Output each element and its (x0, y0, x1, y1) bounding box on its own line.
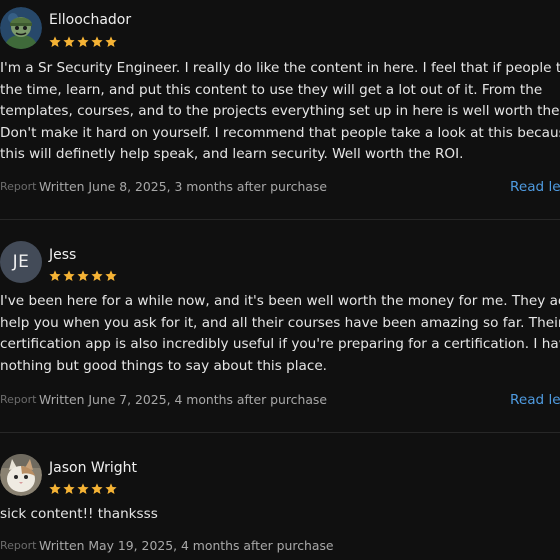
written-date: Written June 8, 2025, 3 months after pur… (39, 179, 328, 194)
star-icon (49, 36, 61, 47)
review-text-line: nothing but good things to say about thi… (0, 357, 328, 374)
review-text-line: I'm a Sr Security Engineer. I really do … (0, 60, 560, 76)
reviewer-name: Elloochador (49, 12, 132, 28)
star-icon (63, 270, 75, 281)
star-rating (49, 270, 117, 282)
star-icon (91, 270, 103, 281)
written-date: Written June 7, 2025, 4 months after pur… (39, 392, 328, 407)
review-card: Elloochador I'm a Sr Security Engineer. … (0, 0, 560, 220)
cat-photo-avatar[interactable] (0, 454, 42, 496)
star-icon (91, 483, 103, 494)
review-card: Jason Wright sick content!! thanksss Rep… (0, 433, 560, 560)
cartoon-soldier-avatar[interactable] (0, 7, 42, 49)
review-text: I'm a Sr Security Engineer. I really do … (0, 58, 560, 166)
review-text: sick content!! thanksss (0, 504, 560, 526)
review-text-line: help you when you ask for it, and all th… (0, 314, 560, 331)
reviewer-name: Jess (49, 247, 77, 263)
initials-avatar[interactable]: JE (0, 241, 42, 283)
read-less-link[interactable]: Read less (510, 391, 560, 409)
reviewer-name: Jason Wright (49, 460, 137, 476)
star-rating (49, 36, 117, 48)
review-text-line: Don't make it hard on yourself. I recomm… (0, 124, 560, 141)
report-link[interactable]: Report (0, 391, 36, 409)
star-icon (77, 36, 89, 47)
review-text-line: sick content!! thanksss (0, 506, 158, 522)
star-icon (105, 36, 117, 47)
star-icon (77, 270, 89, 281)
star-icon (91, 36, 103, 47)
star-icon (105, 483, 117, 494)
review-text-line: this will definetly help speak, and lear… (0, 146, 464, 162)
star-icon (63, 36, 75, 47)
review-text: I've been here for a while now, and it's… (0, 291, 560, 377)
star-rating (49, 483, 117, 495)
review-text-line: I've been here for a while now, and it's… (0, 293, 560, 309)
star-icon (49, 483, 61, 494)
reviews-page: Elloochador I'm a Sr Security Engineer. … (0, 0, 560, 560)
review-card: JE Jess I've been here for a while now, … (0, 220, 560, 432)
review-text-line: templates, courses, and to the projects … (0, 103, 560, 119)
star-icon (105, 270, 117, 281)
review-footer: Report Written June 8, 2025, 3 months af… (0, 178, 560, 196)
review-text-line: the time, learn, and put this content to… (0, 81, 543, 98)
review-footer: Report Written May 19, 2025, 4 months af… (0, 537, 560, 555)
report-link[interactable]: Report (0, 178, 36, 196)
star-icon (63, 483, 75, 494)
report-link[interactable]: Report (0, 537, 36, 555)
review-footer: Report Written June 7, 2025, 4 months af… (0, 391, 560, 409)
star-icon (49, 270, 61, 281)
star-icon (77, 483, 89, 494)
review-text-line: certification app is also incredibly use… (0, 336, 560, 352)
written-date: Written May 19, 2025, 4 months after pur… (39, 538, 334, 553)
read-less-link[interactable]: Read less (510, 178, 560, 196)
